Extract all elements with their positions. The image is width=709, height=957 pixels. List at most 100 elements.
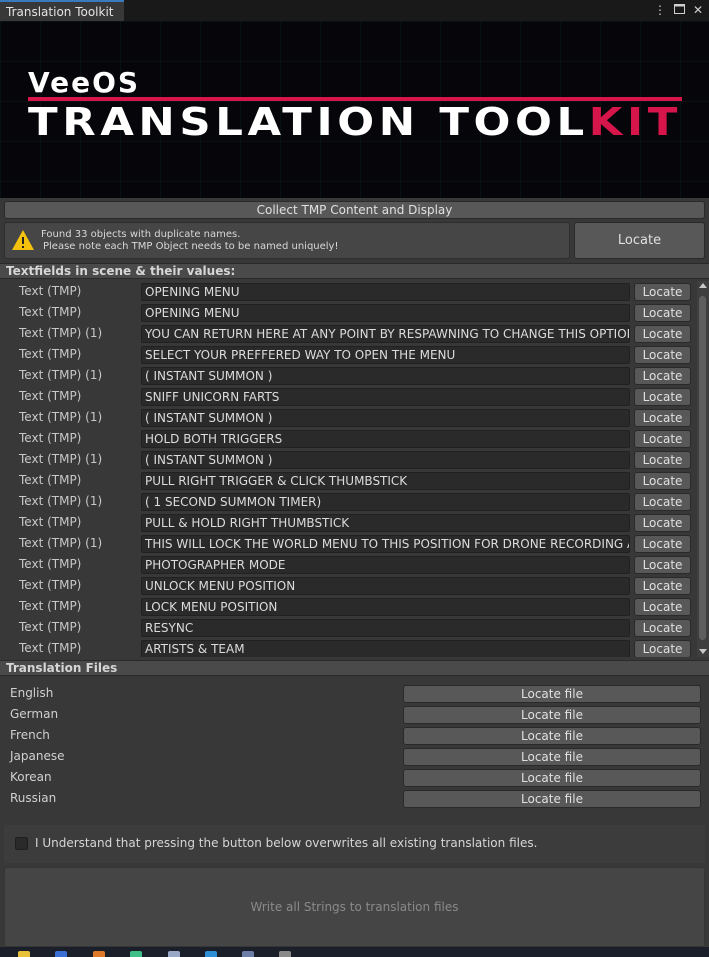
locate-button[interactable]: Locate: [634, 451, 691, 469]
textfield-object-name: Text (TMP): [19, 599, 82, 613]
tab-title: Translation Toolkit: [6, 5, 114, 19]
language-label: English: [10, 686, 54, 700]
taskbar-icon[interactable]: [55, 951, 67, 957]
scroll-down-icon[interactable]: [699, 649, 707, 654]
textfield-row: Text (TMP) OPENING MENU Locate: [0, 281, 697, 302]
locate-button[interactable]: Locate: [634, 556, 691, 574]
textfield-value-input[interactable]: YOU CAN RETURN HERE AT ANY POINT BY RESP…: [141, 325, 630, 343]
textfield-row: Text (TMP) UNLOCK MENU POSITION Locate: [0, 575, 697, 596]
textfield-value-input[interactable]: OPENING MENU: [141, 304, 630, 322]
translation-file-list: English Locate file German Locate file Frenc…: [0, 683, 709, 809]
locate-file-button[interactable]: Locate file: [403, 727, 701, 745]
textfield-row: Text (TMP) RESYNC Locate: [0, 617, 697, 638]
locate-button[interactable]: Locate: [634, 388, 691, 406]
textfield-scrollbar[interactable]: [697, 281, 709, 657]
collect-tmp-button[interactable]: Collect TMP Content and Display: [4, 201, 705, 219]
textfield-object-name: Text (TMP): [19, 515, 82, 529]
confirm-label: I Understand that pressing the button be…: [35, 836, 538, 850]
close-icon[interactable]: ✕: [693, 3, 703, 17]
locate-file-button[interactable]: Locate file: [403, 790, 701, 808]
duplicate-warning: Found 33 objects with duplicate names. P…: [4, 222, 570, 259]
translation-files-header-label: Translation Files: [6, 661, 118, 675]
translation-file-row: Japanese Locate file: [0, 746, 709, 767]
textfield-object-name: Text (TMP) (1): [19, 452, 103, 466]
locate-button[interactable]: Locate: [634, 283, 691, 301]
textfield-row: Text (TMP) PULL RIGHT TRIGGER & CLICK THU…: [0, 470, 697, 491]
textfield-value-input[interactable]: HOLD BOTH TRIGGERS: [141, 430, 630, 448]
locate-button[interactable]: Locate: [634, 598, 691, 616]
taskbar: [0, 947, 709, 957]
locate-button[interactable]: Locate: [634, 409, 691, 427]
locate-button[interactable]: Locate: [634, 640, 691, 657]
textfield-row: Text (TMP) SELECT YOUR PREFFERED WAY TO O…: [0, 344, 697, 365]
textfield-value-input[interactable]: RESYNC: [141, 619, 630, 637]
textfield-value-input[interactable]: PULL & HOLD RIGHT THUMBSTICK: [141, 514, 630, 532]
textfield-object-name: Text (TMP) (1): [19, 494, 103, 508]
textfield-value-input[interactable]: SELECT YOUR PREFFERED WAY TO OPEN THE ME…: [141, 346, 630, 364]
textfield-value-input[interactable]: UNLOCK MENU POSITION: [141, 577, 630, 595]
locate-button[interactable]: Locate: [634, 325, 691, 343]
textfield-object-name: Text (TMP): [19, 641, 82, 655]
locate-file-button[interactable]: Locate file: [403, 706, 701, 724]
textfield-value-input[interactable]: ARTISTS & TEAM: [141, 640, 630, 657]
svg-text:TRANSLATION TOOLKIT: TRANSLATION TOOL KIT: [28, 100, 682, 144]
textfield-value-input[interactable]: THIS WILL LOCK THE WORLD MENU TO THIS PO…: [141, 535, 630, 553]
locate-button[interactable]: Locate: [634, 577, 691, 595]
locate-file-button[interactable]: Locate file: [403, 769, 701, 787]
locate-file-button[interactable]: Locate file: [403, 748, 701, 766]
locate-button[interactable]: Locate: [634, 346, 691, 364]
translation-file-row: Russian Locate file: [0, 788, 709, 809]
taskbar-icon[interactable]: [168, 951, 180, 957]
textfield-row: Text (TMP) (1) ( INSTANT SUMMON ) Locate: [0, 407, 697, 428]
taskbar-icon[interactable]: [242, 951, 254, 957]
textfield-object-name: Text (TMP) (1): [19, 368, 103, 382]
textfield-value-input[interactable]: ( 1 SECOND SUMMON TIMER): [141, 493, 630, 511]
textfield-object-name: Text (TMP): [19, 389, 82, 403]
textfield-value-input[interactable]: ( INSTANT SUMMON ): [141, 409, 630, 427]
tab-translation-toolkit[interactable]: Translation Toolkit: [0, 0, 124, 21]
scroll-up-icon[interactable]: [699, 283, 707, 288]
locate-file-button[interactable]: Locate file: [403, 685, 701, 703]
locate-button[interactable]: Locate: [634, 430, 691, 448]
taskbar-icon[interactable]: [205, 951, 217, 957]
locate-button[interactable]: Locate: [634, 367, 691, 385]
maximize-icon[interactable]: [673, 3, 685, 17]
locate-button[interactable]: Locate: [634, 535, 691, 553]
textfield-row: Text (TMP) LOCK MENU POSITION Locate: [0, 596, 697, 617]
warning-line1: Found 33 objects with duplicate names.: [41, 229, 241, 240]
textfields-header: Textfields in scene & their values:: [0, 263, 709, 279]
textfield-value-input[interactable]: ( INSTANT SUMMON ): [141, 367, 630, 385]
textfield-row: Text (TMP) SNIFF UNICORN FARTS Locate: [0, 386, 697, 407]
textfield-value-input[interactable]: SNIFF UNICORN FARTS: [141, 388, 630, 406]
locate-button[interactable]: Locate: [634, 493, 691, 511]
locate-duplicates-button[interactable]: Locate: [574, 222, 705, 259]
textfield-row: Text (TMP) ARTISTS & TEAM Locate: [0, 638, 697, 657]
textfield-row: Text (TMP) (1) ( INSTANT SUMMON ) Locate: [0, 449, 697, 470]
textfield-value-input[interactable]: OPENING MENU: [141, 283, 630, 301]
translation-file-row: German Locate file: [0, 704, 709, 725]
textfield-object-name: Text (TMP): [19, 284, 82, 298]
locate-button[interactable]: Locate: [634, 514, 691, 532]
scroll-thumb[interactable]: [699, 296, 706, 640]
textfield-value-input[interactable]: PHOTOGRAPHER MODE: [141, 556, 630, 574]
textfield-object-name: Text (TMP): [19, 620, 82, 634]
taskbar-icon[interactable]: [279, 951, 291, 957]
textfield-object-name: Text (TMP): [19, 305, 82, 319]
taskbar-icon[interactable]: [130, 951, 142, 957]
textfield-object-name: Text (TMP) (1): [19, 410, 103, 424]
taskbar-icon[interactable]: [93, 951, 105, 957]
textfield-value-input[interactable]: PULL RIGHT TRIGGER & CLICK THUMBSTICK: [141, 472, 630, 490]
textfield-object-name: Text (TMP): [19, 473, 82, 487]
confirm-checkbox[interactable]: [15, 837, 28, 850]
textfield-object-name: Text (TMP): [19, 557, 82, 571]
more-icon[interactable]: ⋮: [654, 3, 666, 17]
taskbar-icon[interactable]: [18, 951, 30, 957]
locate-button[interactable]: Locate: [634, 304, 691, 322]
confirm-panel: I Understand that pressing the button be…: [4, 825, 705, 863]
locate-button[interactable]: Locate: [634, 619, 691, 637]
textfield-value-input[interactable]: ( INSTANT SUMMON ): [141, 451, 630, 469]
textfield-value-input[interactable]: LOCK MENU POSITION: [141, 598, 630, 616]
textfield-object-name: Text (TMP): [19, 347, 82, 361]
write-strings-button[interactable]: Write all Strings to translation files: [4, 867, 705, 947]
locate-button[interactable]: Locate: [634, 472, 691, 490]
